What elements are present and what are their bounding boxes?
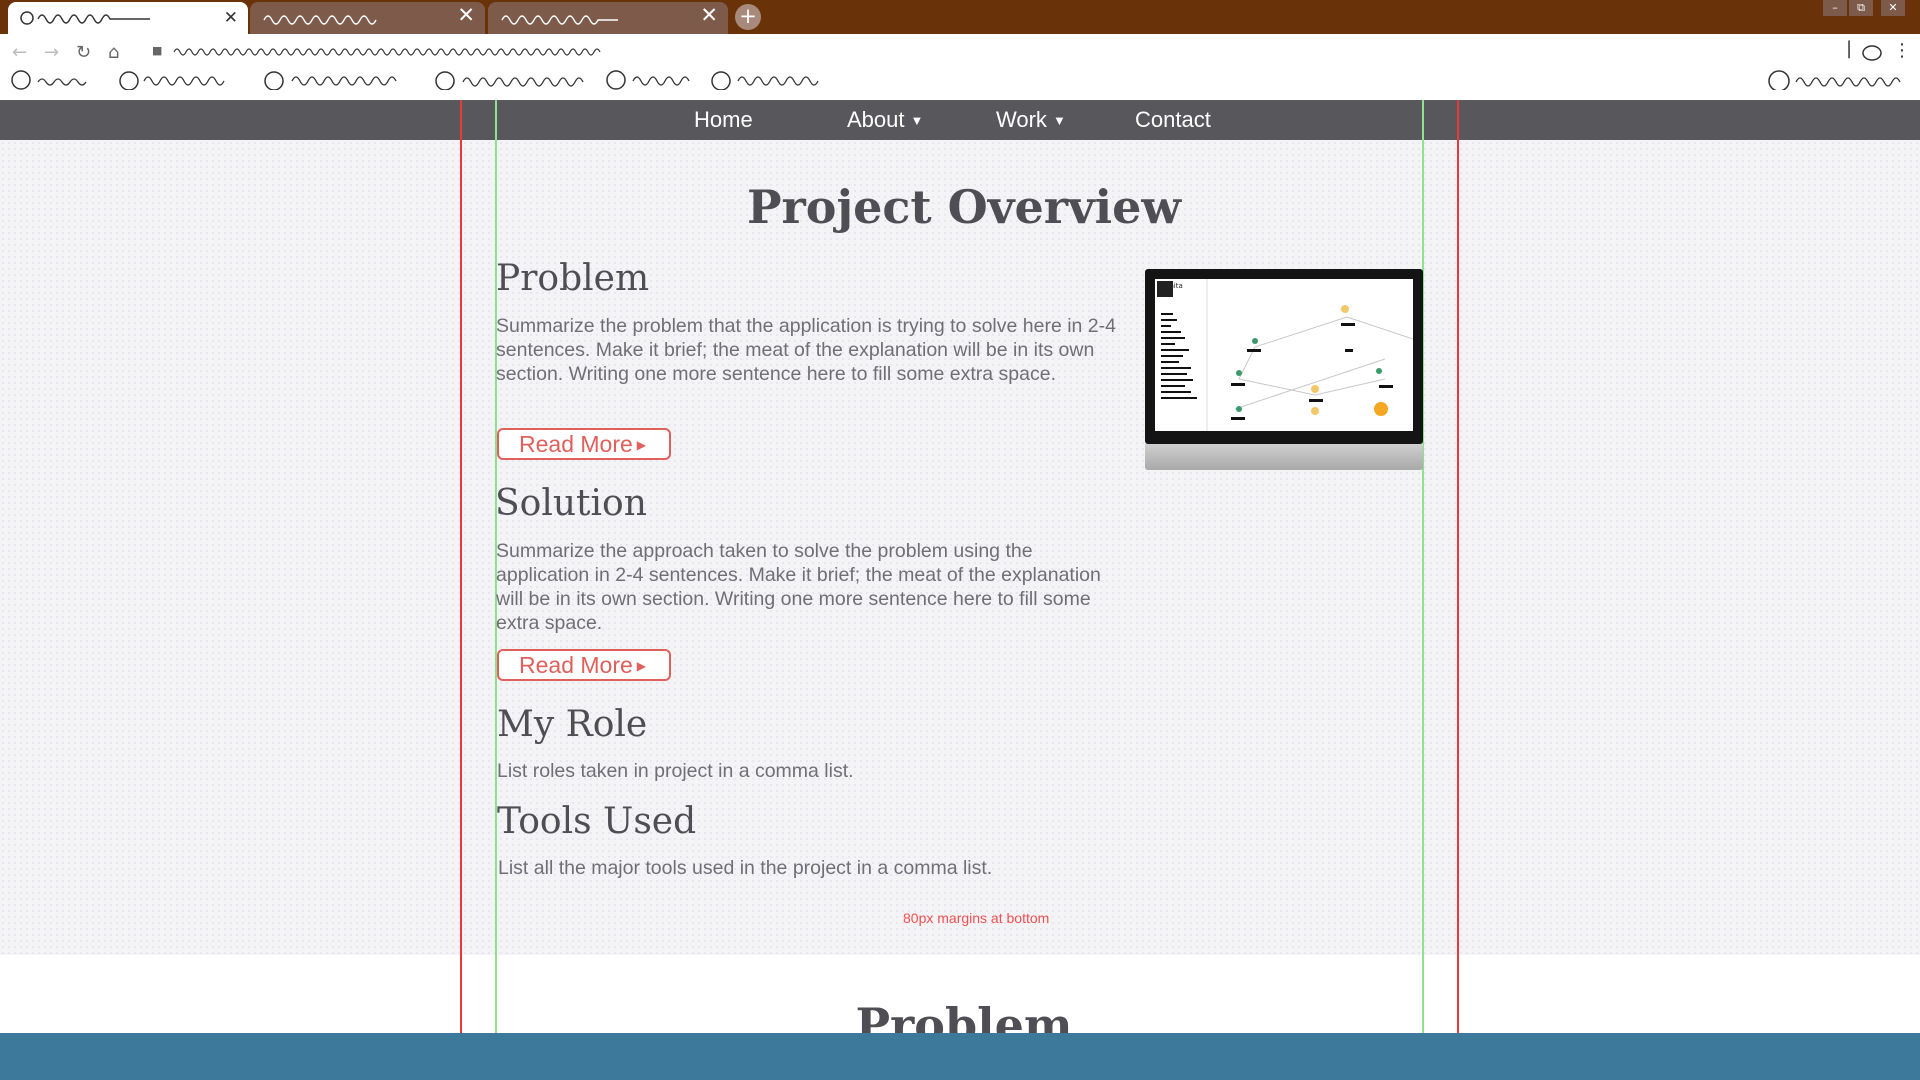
monitor-screen: Monita xyxy=(1145,269,1423,444)
monitor-app-screen: Monita xyxy=(1155,279,1413,431)
my-role-heading: My Role xyxy=(497,704,648,745)
home-icon[interactable]: ⌂ xyxy=(108,42,119,63)
tab-close-icon[interactable]: ✕ xyxy=(700,5,718,26)
outer-guide-line-right xyxy=(1457,100,1459,1033)
address-bar-url-scribble[interactable] xyxy=(172,44,607,58)
nav-home-label: Home xyxy=(694,107,753,132)
lock-icon: ■ xyxy=(152,44,163,57)
inner-guide-line-right xyxy=(1422,100,1424,1033)
play-arrow-icon: ▶ xyxy=(636,659,647,673)
nav-about-label: About xyxy=(847,107,905,132)
nav-about-dropdown[interactable]: About ▼ xyxy=(847,100,923,140)
tab-title-scribble xyxy=(263,15,377,25)
solution-heading: Solution xyxy=(495,483,647,524)
margin-annotation: 80px margins at bottom xyxy=(903,910,1050,926)
bookmark-item[interactable] xyxy=(10,70,105,90)
forward-icon[interactable]: → xyxy=(44,42,59,63)
toolbar-divider: | xyxy=(1846,38,1853,59)
close-window-button[interactable]: ✕ xyxy=(1881,0,1905,16)
profile-icon[interactable] xyxy=(1862,44,1882,62)
problem-text: Summarize the problem that the applicati… xyxy=(496,315,1116,385)
monitor-stand xyxy=(1145,444,1423,470)
page-title: Project Overview xyxy=(746,180,1182,234)
my-role-text: List roles taken in project in a comma l… xyxy=(497,760,854,782)
bookmark-item[interactable] xyxy=(605,70,700,90)
nav-contact-label: Contact xyxy=(1135,107,1211,132)
nav-contact-link[interactable]: Contact xyxy=(1135,100,1211,140)
nav-work-label: Work xyxy=(996,107,1047,132)
menu-icon[interactable]: ⋮ xyxy=(1893,40,1911,61)
footer-bar xyxy=(0,1033,1920,1080)
caret-down-icon: ▼ xyxy=(910,113,924,128)
tab-close-icon[interactable]: ✕ xyxy=(457,5,475,26)
outer-guide-line-left xyxy=(460,100,462,1033)
site-nav-bar: Home About ▼ Work ▼ Contact xyxy=(0,100,1920,140)
browser-tab[interactable]: ✕ xyxy=(250,2,485,34)
read-more-label: Read More xyxy=(519,431,633,457)
caret-down-icon: ▼ xyxy=(1052,113,1066,128)
minimize-button[interactable]: – xyxy=(1823,0,1847,16)
nav-work-dropdown[interactable]: Work ▼ xyxy=(996,100,1066,140)
bookmark-item-other[interactable] xyxy=(1766,70,1911,90)
read-more-label: Read More xyxy=(519,652,633,678)
project-screenshot-image: Monita xyxy=(1145,269,1423,470)
bookmark-item[interactable] xyxy=(710,70,825,90)
tools-used-text: List all the major tools used in the pro… xyxy=(498,857,993,879)
browser-toolbar: ← → ↻ ⌂ ■ | ⋮ xyxy=(0,34,1920,100)
solution-text: Summarize the approach taken to solve th… xyxy=(496,540,1101,634)
browser-tab-bar: ✕ ✕ ✕ + – ⧉ ✕ xyxy=(0,0,1920,34)
restore-button[interactable]: ⧉ xyxy=(1849,0,1873,16)
problem-heading: Problem xyxy=(496,258,650,299)
play-arrow-icon: ▶ xyxy=(636,438,647,452)
back-icon[interactable]: ← xyxy=(12,42,27,63)
problem-read-more-button[interactable]: Read More ▶ xyxy=(497,428,671,460)
browser-tab-active[interactable]: ✕ xyxy=(8,2,248,34)
bookmark-item[interactable] xyxy=(262,70,407,90)
tab-title-scribble xyxy=(20,11,150,25)
tab-close-icon[interactable]: ✕ xyxy=(224,8,238,28)
app-network-graph-illustration xyxy=(1157,279,1413,431)
nav-home-link[interactable]: Home xyxy=(694,100,753,140)
bookmark-item[interactable] xyxy=(433,70,593,90)
browser-tab[interactable]: ✕ xyxy=(488,2,728,34)
reload-icon[interactable]: ↻ xyxy=(76,42,91,63)
solution-read-more-button[interactable]: Read More ▶ xyxy=(497,649,671,681)
new-tab-button[interactable]: + xyxy=(735,4,761,30)
bookmark-item[interactable] xyxy=(118,70,238,90)
tab-title-scribble xyxy=(501,15,618,25)
tools-used-heading: Tools Used xyxy=(497,801,697,842)
